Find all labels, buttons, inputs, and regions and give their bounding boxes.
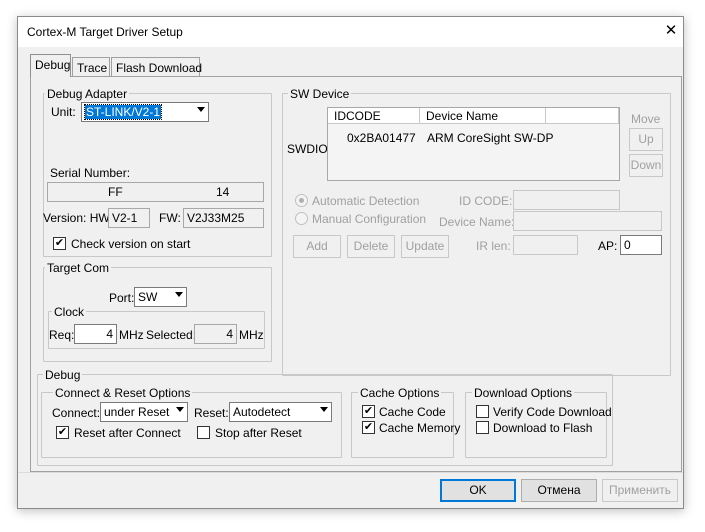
tab-flash-download[interactable]: Flash Download — [111, 57, 202, 77]
selected-unit: MHz — [239, 328, 264, 342]
stop-after-reset-checkbox[interactable] — [197, 426, 210, 439]
ok-button[interactable]: OK — [440, 479, 516, 502]
swdio-label: SWDIO — [287, 142, 328, 156]
connect-select[interactable]: under Reset — [100, 402, 188, 422]
update-button[interactable]: Update — [401, 235, 449, 258]
selected-clock-field: 4 — [194, 324, 237, 344]
unit-label: Unit: — [51, 105, 76, 119]
chevron-down-icon — [197, 107, 205, 112]
download-options-label: Download Options — [472, 386, 575, 400]
ap-input[interactable]: 0 — [620, 235, 662, 255]
debug-options-label: Debug — [43, 368, 83, 382]
col-idcode[interactable]: IDCODE — [328, 108, 420, 124]
chevron-down-icon — [175, 292, 183, 297]
stop-after-reset-label: Stop after Reset — [215, 426, 302, 440]
clock-label: Clock — [52, 305, 87, 319]
manual-configuration-label: Manual Configuration — [312, 212, 427, 226]
req-unit: MHz — [119, 328, 144, 342]
reset-after-connect-checkbox[interactable]: ✔ — [56, 426, 69, 439]
connect-label: Connect: — [52, 406, 101, 420]
verify-code-label: Verify Code Download — [493, 405, 612, 419]
tab-page-debug: Debug Adapter Unit: ST-LINK/V2-1 Serial … — [30, 76, 682, 472]
id-code-input[interactable] — [513, 190, 620, 210]
chevron-down-icon — [320, 407, 328, 412]
download-to-flash-checkbox[interactable] — [476, 421, 489, 434]
ir-len-input[interactable] — [513, 235, 578, 255]
device-name-input[interactable] — [513, 211, 662, 231]
check-version-label: Check version on start — [71, 237, 191, 251]
port-value: SW — [138, 290, 158, 304]
cache-code-label: Cache Code — [379, 405, 446, 419]
download-to-flash-label: Download to Flash — [493, 421, 593, 435]
serial-number-part2: 14 — [216, 185, 230, 199]
hw-version-field: V2-1 — [108, 208, 150, 228]
manual-configuration-radio[interactable] — [295, 212, 308, 225]
move-label: Move — [631, 112, 661, 126]
ap-label: AP: — [598, 239, 618, 253]
dialog-window: Cortex-M Target Driver Setup ✕ Debug Tra… — [17, 16, 684, 509]
fw-label: FW: — [159, 211, 181, 225]
verify-code-checkbox[interactable] — [476, 405, 489, 418]
close-icon[interactable]: ✕ — [662, 22, 680, 40]
delete-button[interactable]: Delete — [347, 235, 395, 258]
serial-number-part1: FF — [108, 185, 123, 199]
port-label: Port: — [109, 291, 135, 305]
cache-memory-label: Cache Memory — [379, 421, 461, 435]
target-com-label: Target Com — [45, 261, 112, 275]
serial-number-field: FF 14 — [47, 182, 264, 202]
reset-value: Autodetect — [233, 405, 291, 419]
row-idcode[interactable]: 0x2BA01477 — [347, 131, 416, 145]
move-up-button[interactable]: Up — [629, 128, 663, 151]
fw-version-field: V2J33M25 — [183, 208, 264, 228]
apply-button[interactable]: Применить — [602, 479, 678, 502]
selected-label: Selected: — [146, 328, 197, 342]
row-device-name[interactable]: ARM CoreSight SW-DP — [427, 131, 553, 145]
ir-len-label: IR len: — [476, 239, 511, 253]
add-button[interactable]: Add — [293, 235, 341, 258]
device-name-label: Device Name: — [439, 215, 515, 229]
reset-select[interactable]: Autodetect — [229, 402, 332, 422]
unit-select[interactable]: ST-LINK/V2-1 — [81, 102, 209, 122]
col-device-name[interactable]: Device Name — [420, 108, 546, 124]
automatic-detection-label: Automatic Detection — [312, 194, 420, 208]
reset-label: Reset: — [194, 406, 229, 420]
footer-separator — [18, 472, 683, 473]
sw-device-label: SW Device — [288, 87, 352, 101]
move-down-button[interactable]: Down — [629, 154, 663, 177]
cache-memory-checkbox[interactable]: ✔ — [362, 421, 375, 434]
sw-device-list[interactable]: IDCODE Device Name 0x2BA01477 ARM CoreSi… — [327, 107, 620, 181]
cache-code-checkbox[interactable]: ✔ — [362, 405, 375, 418]
connect-value: under Reset — [104, 405, 170, 419]
window-title: Cortex-M Target Driver Setup — [27, 25, 183, 39]
reset-after-connect-label: Reset after Connect — [74, 426, 181, 440]
serial-number-label: Serial Number: — [50, 166, 131, 180]
cancel-button[interactable]: Отмена — [521, 479, 597, 502]
tab-trace[interactable]: Trace — [72, 57, 110, 77]
check-version-checkbox[interactable]: ✔ — [53, 237, 66, 250]
connect-reset-label: Connect & Reset Options — [53, 386, 193, 400]
req-input[interactable]: 4 — [74, 324, 117, 344]
cache-options-label: Cache Options — [358, 386, 442, 400]
version-hw-label: Version: HW: — [43, 211, 113, 225]
port-select[interactable]: SW — [134, 287, 187, 307]
automatic-detection-radio[interactable] — [295, 194, 308, 207]
req-label: Req: — [49, 328, 75, 342]
tab-debug[interactable]: Debug — [30, 54, 71, 77]
col-empty — [546, 108, 619, 124]
debug-adapter-label: Debug Adapter — [45, 87, 130, 101]
chevron-down-icon — [176, 407, 184, 412]
id-code-label: ID CODE: — [459, 194, 513, 208]
title-bar: Cortex-M Target Driver Setup ✕ — [18, 17, 683, 47]
unit-value: ST-LINK/V2-1 — [83, 104, 163, 120]
